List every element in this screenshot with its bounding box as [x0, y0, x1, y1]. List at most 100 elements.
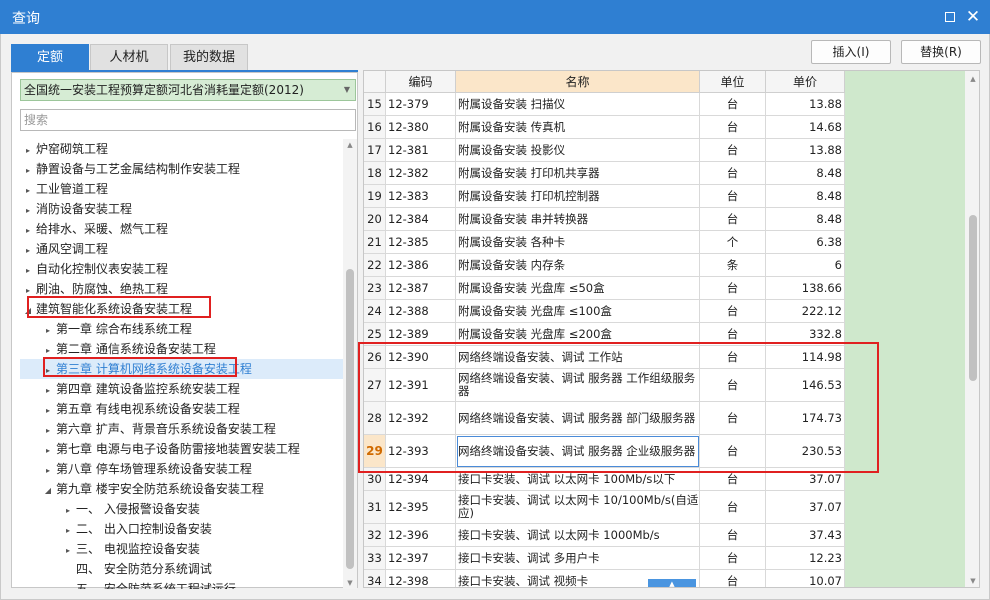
- tree-node[interactable]: ▸ 静置设备与工艺金属结构制作安装工程: [20, 159, 240, 179]
- code-cell[interactable]: 12-395: [386, 491, 456, 524]
- tree-node[interactable]: 五、 安全防范系统工程试运行: [60, 579, 236, 589]
- row-index[interactable]: 16: [364, 116, 386, 139]
- code-cell[interactable]: 12-393: [386, 435, 456, 468]
- price-cell[interactable]: 37.07: [766, 468, 845, 491]
- tree-node[interactable]: ▸ 刷油、防腐蚀、绝热工程: [20, 279, 168, 299]
- unit-cell[interactable]: 台: [700, 323, 766, 346]
- price-cell[interactable]: 332.8: [766, 323, 845, 346]
- row-index[interactable]: 17: [364, 139, 386, 162]
- close-button[interactable]: ✕: [963, 7, 983, 27]
- table-row[interactable]: 26 12-390 网络终端设备安装、调试 工作站台 114.98: [364, 346, 845, 369]
- tree-node[interactable]: 四、 安全防范分系统调试: [60, 559, 212, 579]
- unit-cell[interactable]: 台: [700, 402, 766, 435]
- code-cell[interactable]: 12-388: [386, 300, 456, 323]
- table-scroll-up-icon[interactable]: ▲: [965, 73, 979, 85]
- header-price[interactable]: 单价: [766, 71, 845, 93]
- table-row[interactable]: 34 12-398 接口卡安装、调试 视频卡台 10.07: [364, 570, 845, 587]
- row-index[interactable]: 26: [364, 346, 386, 369]
- code-cell[interactable]: 12-396: [386, 524, 456, 547]
- expand-icon[interactable]: ▸: [40, 381, 56, 401]
- tree-node[interactable]: ▸ 第二章 通信系统设备安装工程: [40, 339, 216, 359]
- code-cell[interactable]: 12-386: [386, 254, 456, 277]
- code-cell[interactable]: 12-380: [386, 116, 456, 139]
- unit-cell[interactable]: 台: [700, 570, 766, 587]
- expand-icon[interactable]: ▸: [20, 201, 36, 221]
- tree-node[interactable]: ▸ 第七章 电源与电子设备防雷接地装置安装工程: [40, 439, 300, 459]
- header-code[interactable]: 编码: [386, 71, 456, 93]
- row-index[interactable]: 20: [364, 208, 386, 231]
- table-row[interactable]: 21 12-385 附属设备安装 各种卡个 6.38: [364, 231, 845, 254]
- price-cell[interactable]: 10.07: [766, 570, 845, 587]
- expand-icon[interactable]: ▸: [40, 401, 56, 421]
- tree-node[interactable]: ▸ 给排水、采暖、燃气工程: [20, 219, 168, 239]
- tree-node[interactable]: ▸ 第一章 综合布线系统工程: [40, 319, 192, 339]
- price-cell[interactable]: 6: [766, 254, 845, 277]
- tree-node[interactable]: ▸ 二、 出入口控制设备安装: [60, 519, 212, 539]
- name-cell[interactable]: 附属设备安装 投影仪: [456, 139, 700, 162]
- search-input[interactable]: [20, 109, 356, 131]
- price-cell[interactable]: 14.68: [766, 116, 845, 139]
- expand-icon[interactable]: ▸: [60, 521, 76, 541]
- header-unit[interactable]: 单位: [700, 71, 766, 93]
- name-cell[interactable]: 附属设备安装 打印机共享器: [456, 162, 700, 185]
- tree-node[interactable]: ▸ 自动化控制仪表安装工程: [20, 259, 168, 279]
- table-row[interactable]: 16 12-380 附属设备安装 传真机台 14.68: [364, 116, 845, 139]
- tree-node[interactable]: ◢ 建筑智能化系统设备安装工程: [20, 299, 192, 319]
- unit-cell[interactable]: 台: [700, 185, 766, 208]
- code-cell[interactable]: 12-384: [386, 208, 456, 231]
- expand-icon[interactable]: ▸: [40, 421, 56, 441]
- code-cell[interactable]: 12-389: [386, 323, 456, 346]
- price-cell[interactable]: 12.23: [766, 547, 845, 570]
- table-scrollbar[interactable]: ▲ ▼: [965, 71, 979, 587]
- code-cell[interactable]: 12-391: [386, 369, 456, 402]
- expand-icon[interactable]: ▸: [20, 241, 36, 261]
- row-index[interactable]: 24: [364, 300, 386, 323]
- tree-node[interactable]: ▸ 三、 电视监控设备安装: [60, 539, 200, 559]
- unit-cell[interactable]: 台: [700, 346, 766, 369]
- table-row[interactable]: 18 12-382 附属设备安装 打印机共享器台 8.48: [364, 162, 845, 185]
- name-cell[interactable]: 网络终端设备安装、调试 工作站: [456, 346, 700, 369]
- row-index[interactable]: 27: [364, 369, 386, 402]
- price-cell[interactable]: 146.53: [766, 369, 845, 402]
- tree-scroll-thumb[interactable]: [346, 269, 354, 569]
- table-row[interactable]: 19 12-383 附属设备安装 打印机控制器台 8.48: [364, 185, 845, 208]
- table-row[interactable]: 27 12-391 网络终端设备安装、调试 服务器 工作组级服务器台 146.53: [364, 369, 845, 402]
- row-index[interactable]: 31: [364, 491, 386, 524]
- name-cell[interactable]: 附属设备安装 光盘库 ≤50盒: [456, 277, 700, 300]
- tab-quota[interactable]: 定额: [11, 44, 89, 70]
- maximize-button[interactable]: [940, 7, 960, 27]
- name-cell[interactable]: 接口卡安装、调试 以太网卡 10/100Mb/s(自适应): [456, 491, 700, 524]
- name-cell[interactable]: 网络终端设备安装、调试 服务器 工作组级服务器: [456, 369, 700, 402]
- unit-cell[interactable]: 台: [700, 300, 766, 323]
- row-index[interactable]: 19: [364, 185, 386, 208]
- unit-cell[interactable]: 台: [700, 208, 766, 231]
- name-cell[interactable]: 附属设备安装 光盘库 ≤200盒: [456, 323, 700, 346]
- scroll-up-icon[interactable]: ▲: [343, 139, 357, 151]
- row-index[interactable]: 29: [364, 435, 386, 468]
- code-cell[interactable]: 12-383: [386, 185, 456, 208]
- name-cell[interactable]: 网络终端设备安装、调试 服务器 部门级服务器: [456, 402, 700, 435]
- expand-icon[interactable]: ▸: [20, 221, 36, 241]
- header-name[interactable]: 名称: [456, 71, 700, 93]
- expand-handle-icon[interactable]: ▲: [648, 579, 696, 587]
- row-index[interactable]: 23: [364, 277, 386, 300]
- unit-cell[interactable]: 台: [700, 369, 766, 402]
- collapse-icon[interactable]: ◢: [40, 481, 56, 501]
- tree-node[interactable]: ▸ 第五章 有线电视系统设备安装工程: [40, 399, 240, 419]
- row-index[interactable]: 30: [364, 468, 386, 491]
- name-cell[interactable]: 网络终端设备安装、调试 服务器 企业级服务器: [456, 435, 700, 468]
- name-cell[interactable]: 附属设备安装 打印机控制器: [456, 185, 700, 208]
- price-cell[interactable]: 13.88: [766, 93, 845, 116]
- name-cell[interactable]: 接口卡安装、调试 以太网卡 100Mb/s以下: [456, 468, 700, 491]
- table-row[interactable]: 28 12-392 网络终端设备安装、调试 服务器 部门级服务器台 174.73: [364, 402, 845, 435]
- price-cell[interactable]: 114.98: [766, 346, 845, 369]
- tree-node[interactable]: ▸ 一、 入侵报警设备安装: [60, 499, 200, 519]
- tree-node[interactable]: ▸ 第四章 建筑设备监控系统安装工程: [40, 379, 240, 399]
- code-cell[interactable]: 12-397: [386, 547, 456, 570]
- code-cell[interactable]: 12-390: [386, 346, 456, 369]
- expand-icon[interactable]: ▸: [20, 141, 36, 161]
- replace-button[interactable]: 替换(R): [901, 40, 981, 64]
- name-cell[interactable]: 接口卡安装、调试 以太网卡 1000Mb/s: [456, 524, 700, 547]
- code-cell[interactable]: 12-392: [386, 402, 456, 435]
- row-index[interactable]: 25: [364, 323, 386, 346]
